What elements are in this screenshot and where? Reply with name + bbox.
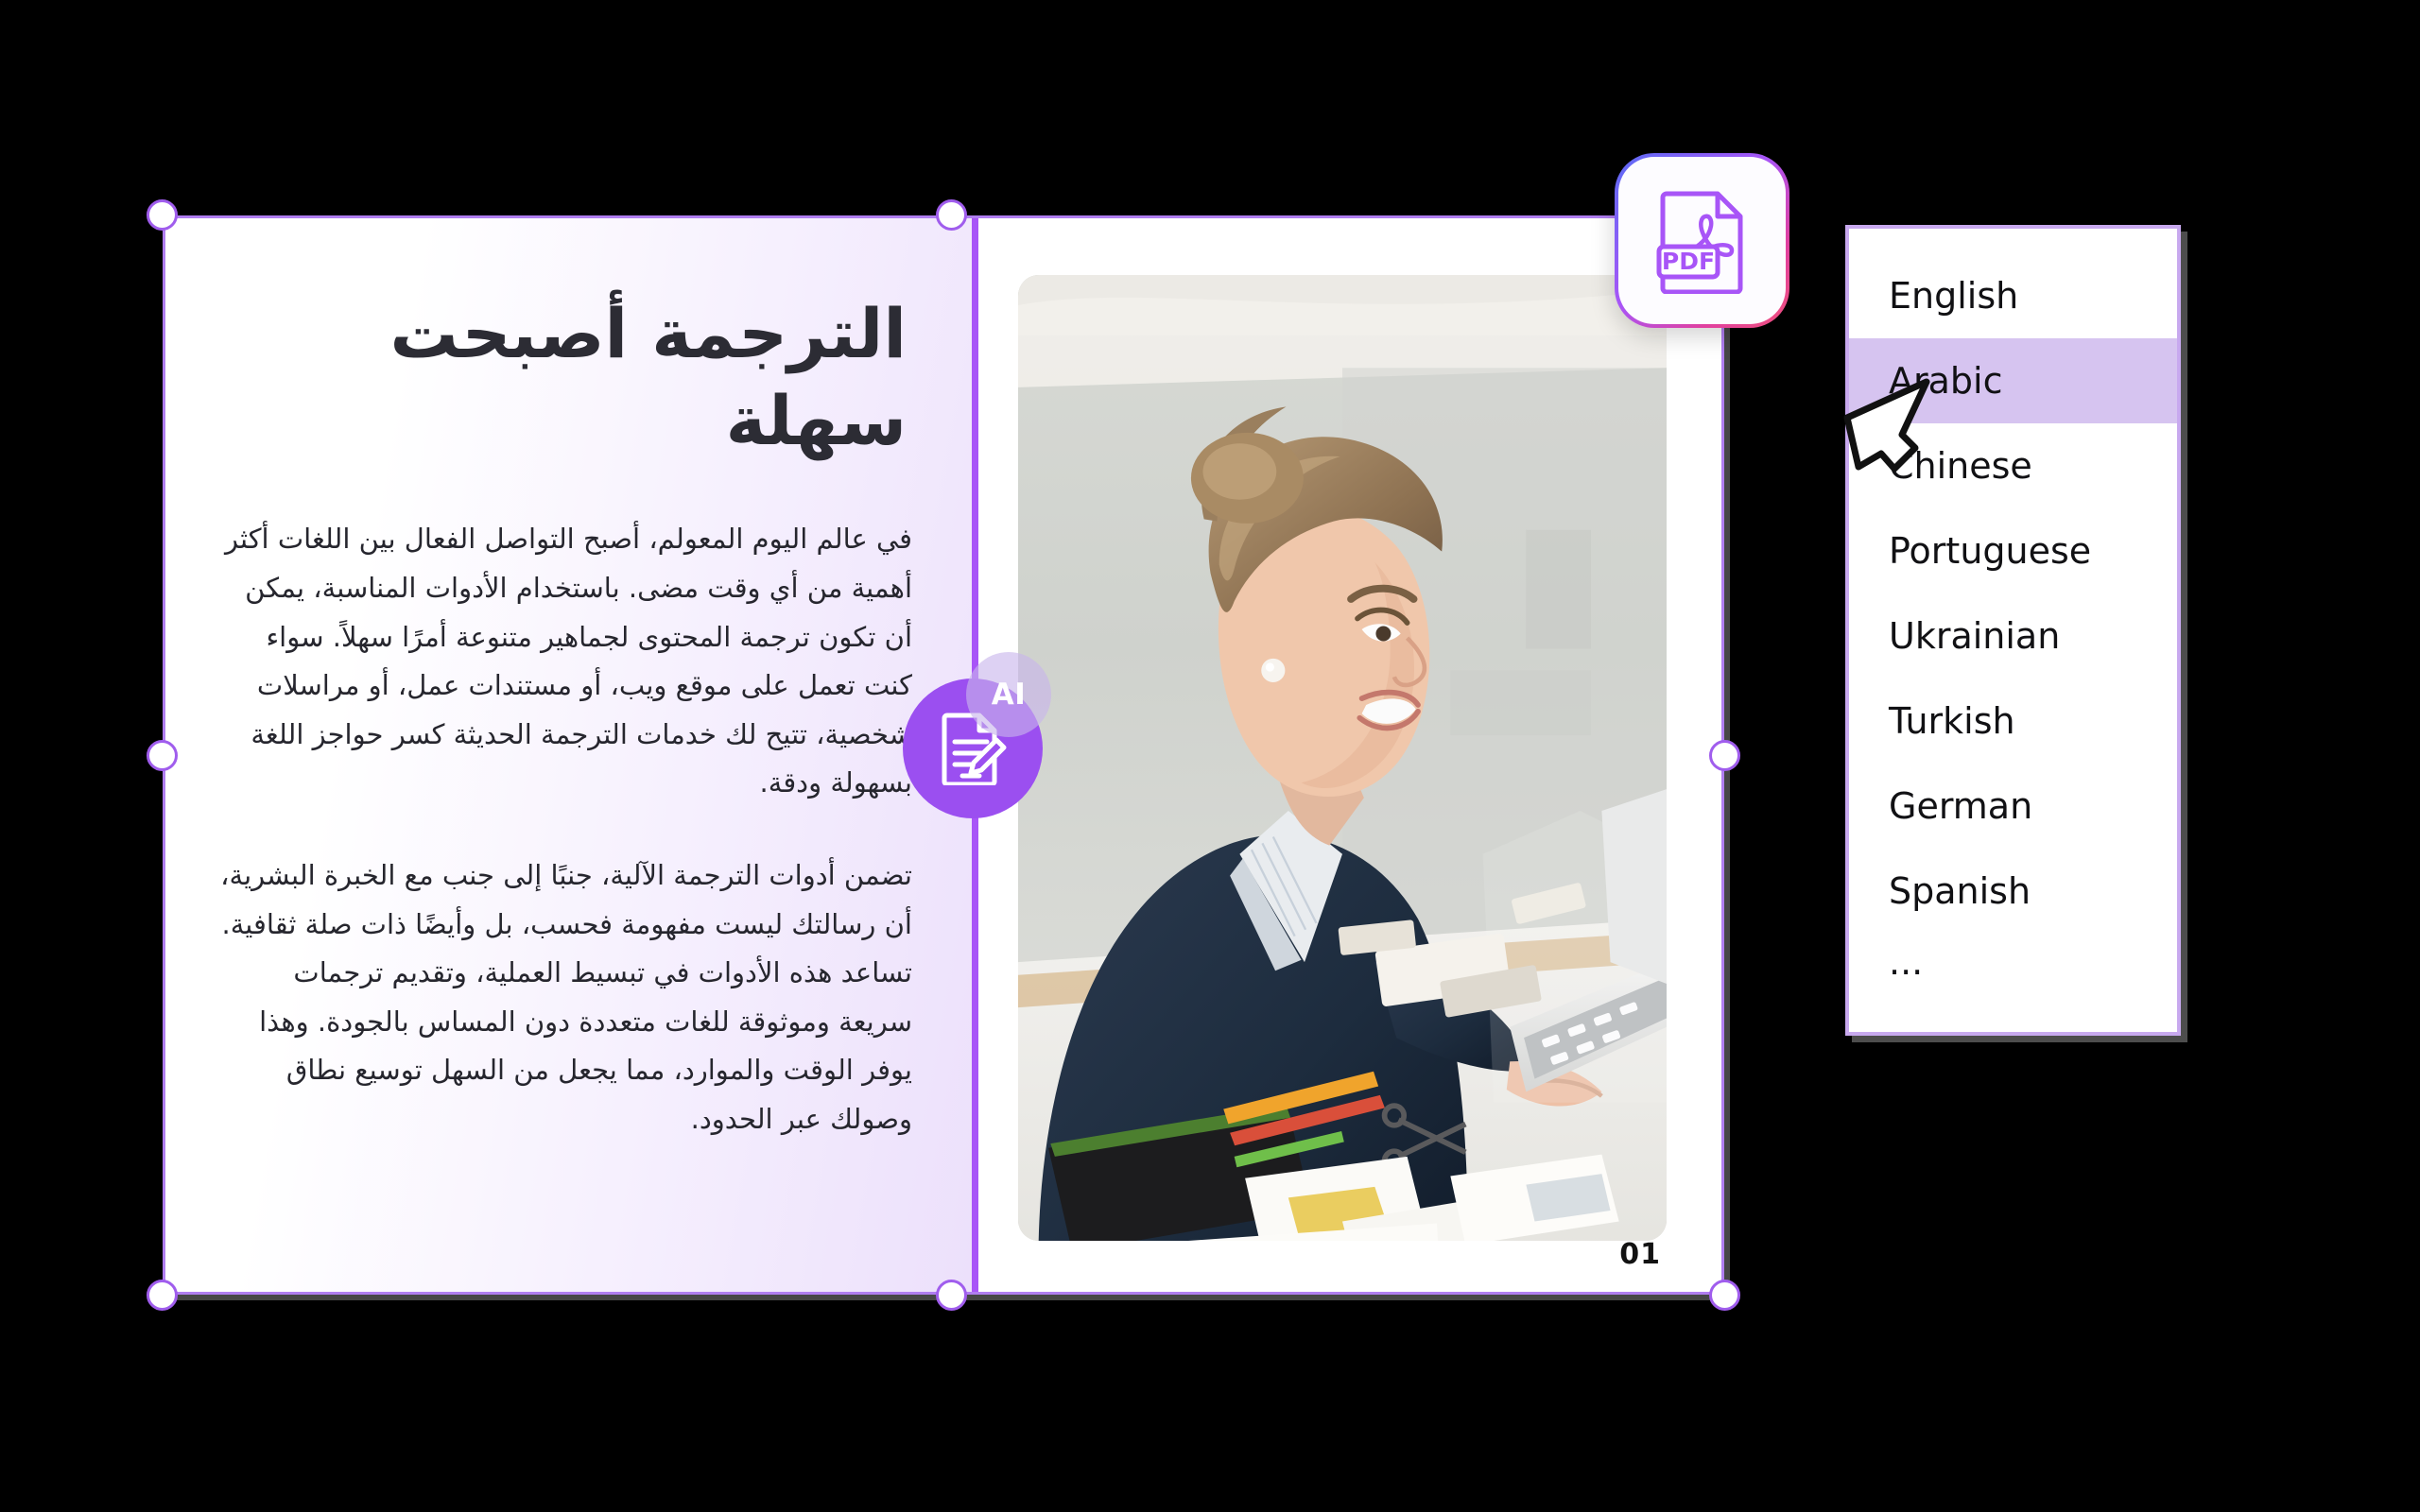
dropdown-item-portuguese[interactable]: Portuguese — [1849, 508, 2177, 593]
slide-headline: الترجمة أصبحت سهلة — [389, 294, 907, 461]
dropdown-item-spanish[interactable]: Spanish — [1849, 849, 2177, 934]
pdf-badge-inner: PDF — [1618, 157, 1786, 324]
resize-handle-bottom-left[interactable] — [147, 1280, 178, 1311]
resize-handle-bottom-right[interactable] — [1709, 1280, 1740, 1311]
resize-handle-middle-left[interactable] — [147, 740, 178, 771]
page-number: 01 — [1619, 1238, 1661, 1271]
dropdown-item-turkish[interactable]: Turkish — [1849, 679, 2177, 764]
canvas: الترجمة أصبحت سهلة في عالم اليوم المعولم… — [0, 0, 2420, 1512]
slide-paragraph-2: تضمن أدوات الترجمة الآلية، جنبًا إلى جنب… — [220, 858, 912, 1136]
pdf-file-icon: PDF — [1656, 191, 1742, 294]
resize-handle-middle-right[interactable] — [1709, 740, 1740, 771]
pdf-export-badge[interactable]: PDF — [1615, 153, 1789, 328]
resize-handle-top-center[interactable] — [936, 199, 967, 231]
dropdown-item-arabic[interactable]: Arabic — [1849, 338, 2177, 423]
slide-photo — [1018, 275, 1667, 1241]
resize-handle-bottom-center[interactable] — [936, 1280, 967, 1311]
slide-paragraph-1: في عالم اليوم المعولم، أصبح التواصل الفع… — [225, 523, 912, 799]
slide-text-panel[interactable]: الترجمة أصبحت سهلة في عالم اليوم المعولم… — [165, 218, 977, 1292]
pdf-badge-label: PDF — [1661, 248, 1714, 275]
dropdown-item-english[interactable]: English — [1849, 253, 2177, 338]
dropdown-item-ukrainian[interactable]: Ukrainian — [1849, 593, 2177, 679]
dropdown-item-german[interactable]: German — [1849, 764, 2177, 849]
ai-label-bubble: AI — [966, 652, 1051, 737]
dropdown-item-chinese[interactable]: Chinese — [1849, 423, 2177, 508]
ai-label: AI — [991, 678, 1027, 712]
language-dropdown[interactable]: English Arabic Chinese Portuguese Ukrain… — [1845, 225, 2181, 1036]
slide-image-panel[interactable]: 01 — [975, 218, 1721, 1292]
resize-handle-top-left[interactable] — [147, 199, 178, 231]
dropdown-item-more[interactable]: ... — [1849, 934, 2177, 1013]
